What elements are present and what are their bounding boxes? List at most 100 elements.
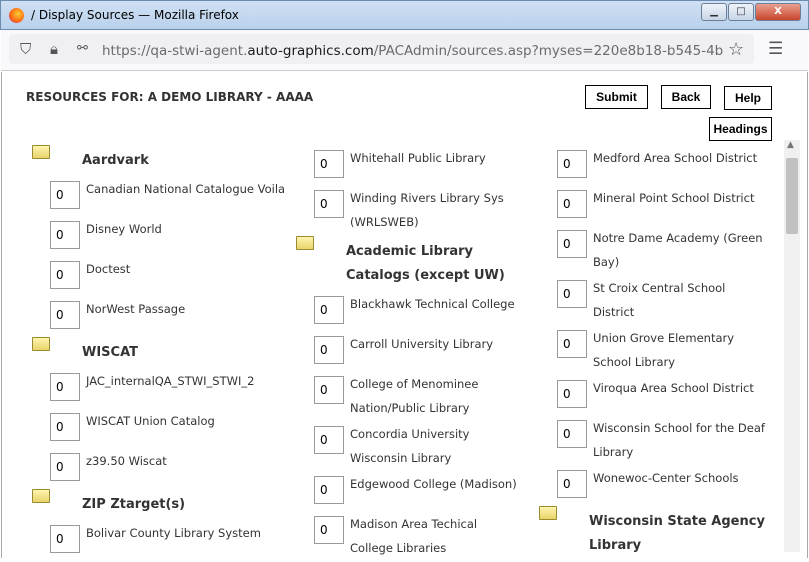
source-item: Wonewoc-Center Schools [557,466,767,506]
source-order-input[interactable] [314,376,344,404]
maximize-button[interactable]: □ [728,3,754,21]
source-order-input[interactable] [50,413,80,441]
source-label: Mineral Point School District [593,191,755,205]
scroll-up-icon[interactable]: ▲ [787,140,794,150]
group-heading: Wisconsin State Agency Library [539,506,767,562]
source-order-input[interactable] [314,336,344,364]
source-item: Bolivar County Library System [50,521,292,561]
source-column-2: Whitehall Public Library Winding Rivers L… [296,146,521,562]
help-button[interactable]: Help [724,86,772,110]
source-order-input[interactable] [50,181,80,209]
source-label: Blackhawk Technical College [350,297,515,311]
source-label: Disney World [86,222,162,236]
shield-icon[interactable]: ⛉ [20,40,31,58]
source-order-input[interactable] [557,420,587,448]
source-label: Wisconsin School for the Deaf Library [593,421,765,459]
source-label: NorWest Passage [86,302,186,316]
source-order-input[interactable] [50,301,80,329]
source-label: Bolivar County Library System [86,526,261,540]
source-order-input[interactable] [50,373,80,401]
source-order-input[interactable] [557,280,587,308]
group-heading: WISCAT [32,337,292,369]
lock-icon[interactable]: 🔒︎ [50,40,58,58]
source-order-input[interactable] [557,380,587,408]
source-item: Edgewood College (Madison) [314,472,521,512]
source-order-input[interactable] [314,426,344,454]
source-item: Blackhawk Technical College [314,292,521,332]
group-heading-label: Wisconsin State Agency Library [589,514,765,553]
source-label: JAC_internalQA_STWI_STWI_2 [86,374,255,388]
group-heading-label: Academic Library Catalogs (except UW) [346,244,505,283]
headings-button[interactable]: Headings [709,117,772,141]
source-item: z39.50 Wiscat [50,449,292,489]
source-label: Viroqua Area School District [593,381,754,395]
folder-icon [32,489,50,503]
source-order-input[interactable] [557,190,587,218]
source-item: Notre Dame Academy (Green Bay) [557,226,767,276]
source-column-3: Medford Area School District Mineral Poin… [539,146,767,562]
source-order-input[interactable] [557,150,587,178]
scrollbar-thumb[interactable] [786,158,798,234]
permissions-icon[interactable]: ⚯ [77,41,88,56]
folder-icon [539,506,557,520]
source-order-input[interactable] [50,221,80,249]
firefox-logo-icon [9,8,24,23]
page-title: RESOURCES FOR: A DEMO LIBRARY - AAAA [26,90,314,104]
source-order-input[interactable] [557,230,587,258]
folder-icon [32,337,50,351]
group-heading-label: WISCAT [82,345,138,360]
source-label: Wonewoc-Center Schools [593,471,739,485]
source-order-input[interactable] [314,516,344,544]
url-text[interactable]: https://qa-stwi-agent.auto-graphics.com/… [102,43,724,59]
source-item: Whitehall Public Library [314,146,521,186]
source-label: Carroll University Library [350,337,494,351]
source-item: Mineral Point School District [557,186,767,226]
source-order-input[interactable] [557,330,587,358]
close-button[interactable]: X [755,3,801,21]
source-label: Concordia University Wisconsin Library [350,427,470,465]
source-label: Whitehall Public Library [350,151,486,165]
source-item: JAC_internalQA_STWI_STWI_2 [50,369,292,409]
source-label: Winding Rivers Library Sys (WRLSWEB) [350,191,504,229]
submit-button[interactable]: Submit [585,85,648,109]
source-label: WISCAT Union Catalog [86,414,215,428]
source-label: z39.50 Wiscat [86,454,167,468]
source-item: Viroqua Area School District [557,376,767,416]
source-label: Notre Dame Academy (Green Bay) [593,231,763,269]
source-order-input[interactable] [50,261,80,289]
source-order-input[interactable] [314,476,344,504]
source-item: Doctest [50,257,292,297]
group-heading: Aardvark [32,145,292,177]
source-label: College of Menominee Nation/Public Libra… [350,377,479,415]
source-label: St Croix Central School District [593,281,726,319]
source-item: NorWest Passage [50,297,292,337]
source-label: Canadian National Catalogue Voila [86,182,286,196]
source-item: Union Grove Elementary School Library [557,326,767,376]
source-item: Disney World [50,217,292,257]
source-order-input[interactable] [50,525,80,553]
source-order-input[interactable] [314,190,344,218]
group-heading: Academic Library Catalogs (except UW) [296,236,521,292]
source-item: WISCAT Union Catalog [50,409,292,449]
source-label: Madison Area Techical College Libraries [350,517,478,555]
group-heading-label: Aardvark [82,153,149,168]
source-label: Edgewood College (Madison) [350,477,517,491]
source-item: Madison Area Techical College Libraries [314,512,521,562]
bookmark-star-icon[interactable]: ☆ [728,39,744,60]
source-order-input[interactable] [557,470,587,498]
source-order-input[interactable] [314,150,344,178]
source-label: Doctest [86,262,131,276]
source-item: Carroll University Library [314,332,521,372]
source-label: Union Grove Elementary School Library [593,331,735,369]
menu-icon[interactable]: ☰ [768,39,783,59]
window-titlebar: / Display Sources — Mozilla Firefox ▁ □ … [0,0,809,30]
minimize-button[interactable]: ▁ [701,3,727,21]
folder-icon [32,145,50,159]
source-order-input[interactable] [50,453,80,481]
source-order-input[interactable] [314,296,344,324]
source-item: Canadian National Catalogue Voila [50,177,292,217]
source-item: Winding Rivers Library Sys (WRLSWEB) [314,186,521,236]
back-button[interactable]: Back [661,85,711,109]
source-item: St Croix Central School District [557,276,767,326]
source-column-1: Aardvark Canadian National Catalogue Voil… [32,145,292,561]
